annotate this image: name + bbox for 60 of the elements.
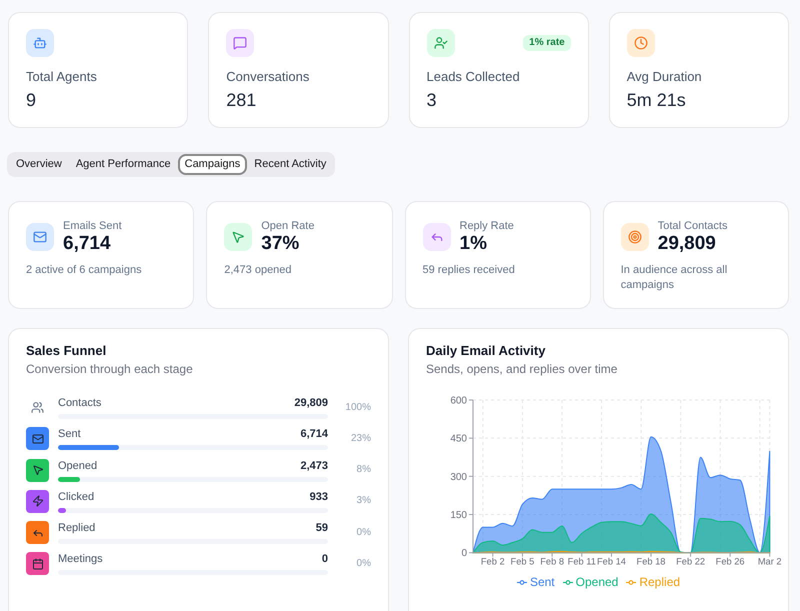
stat-detail: 2,473 opened bbox=[224, 263, 293, 278]
card-label: Avg Duration bbox=[626, 68, 703, 86]
stage-percent: 8% bbox=[356, 464, 371, 476]
stage-label: Meetings bbox=[58, 552, 103, 566]
stat-detail: In audience across all campaigns bbox=[620, 263, 728, 293]
stage-percent: 23% bbox=[350, 432, 371, 445]
legend-label: Sent bbox=[530, 574, 555, 590]
stat-label: Open Rate bbox=[261, 219, 314, 233]
axis-label: 300 bbox=[450, 472, 467, 483]
axis-label: Feb 5 bbox=[510, 556, 534, 567]
axis-label: 0 bbox=[461, 548, 467, 560]
axis-label: Mar 2 bbox=[758, 556, 782, 567]
axis-label: Feb 14 bbox=[596, 556, 626, 567]
stat-value: 6,714 bbox=[63, 233, 112, 255]
panel-title: Sales Funnel bbox=[26, 342, 108, 360]
stage-label: Clicked bbox=[58, 490, 94, 504]
card-label: Leads Collected bbox=[426, 68, 521, 86]
axis-label: Feb 18 bbox=[636, 556, 666, 567]
stage-percent: 3% bbox=[356, 495, 371, 508]
panel-subtitle: Sends, opens, and replies over time bbox=[426, 361, 618, 377]
panel-title: Daily Email Activity bbox=[426, 342, 546, 360]
stage-count: 29,809 bbox=[294, 396, 328, 410]
legend-label: Opened bbox=[576, 574, 618, 590]
stage-count: 2,473 bbox=[300, 458, 328, 473]
stat-value: 1% bbox=[460, 233, 488, 255]
stat-value: 29,809 bbox=[658, 233, 717, 255]
axis-label: 600 bbox=[450, 395, 467, 406]
card-label: Total Agents bbox=[26, 68, 98, 86]
stat-label: Reply Rate bbox=[460, 219, 514, 233]
stage-percent: 100% bbox=[344, 402, 371, 414]
axis-label: Feb 11 bbox=[568, 556, 596, 567]
stat-label: Total Contacts bbox=[658, 219, 728, 233]
card-label: Conversations bbox=[226, 68, 310, 86]
stat-detail: 2 active of 6 campaigns bbox=[26, 263, 143, 278]
stat-value: 37% bbox=[261, 233, 300, 255]
legend-label: Replied bbox=[639, 574, 680, 590]
card-value: 5m 21s bbox=[626, 89, 687, 112]
stage-count: 0 bbox=[322, 552, 328, 566]
stage-label: Replied bbox=[58, 521, 96, 536]
axis-label: 450 bbox=[450, 434, 467, 445]
axis-label: 150 bbox=[450, 510, 467, 521]
stat-detail: 59 replies received bbox=[422, 263, 516, 278]
rate-badge: 1% rate bbox=[523, 35, 571, 51]
stage-count: 59 bbox=[316, 521, 328, 536]
stage-label: Contacts bbox=[58, 396, 102, 410]
card-value: 281 bbox=[226, 89, 258, 112]
stage-percent: 0% bbox=[356, 526, 371, 539]
axis-label: Feb 22 bbox=[676, 556, 706, 567]
stage-count: 933 bbox=[310, 490, 328, 504]
stage-label: Sent bbox=[58, 427, 81, 442]
stat-label: Emails Sent bbox=[63, 219, 122, 233]
card-value: 3 bbox=[426, 89, 438, 112]
stage-label: Opened bbox=[58, 458, 98, 473]
axis-label: Feb 2 bbox=[480, 556, 505, 567]
card-value: 9 bbox=[26, 89, 38, 112]
axis-label: Feb 8 bbox=[540, 556, 564, 567]
axis-label: Feb 26 bbox=[716, 556, 745, 567]
stage-percent: 0% bbox=[356, 558, 371, 570]
stage-count: 6,714 bbox=[300, 427, 328, 442]
panel-subtitle: Conversion through each stage bbox=[26, 361, 194, 377]
